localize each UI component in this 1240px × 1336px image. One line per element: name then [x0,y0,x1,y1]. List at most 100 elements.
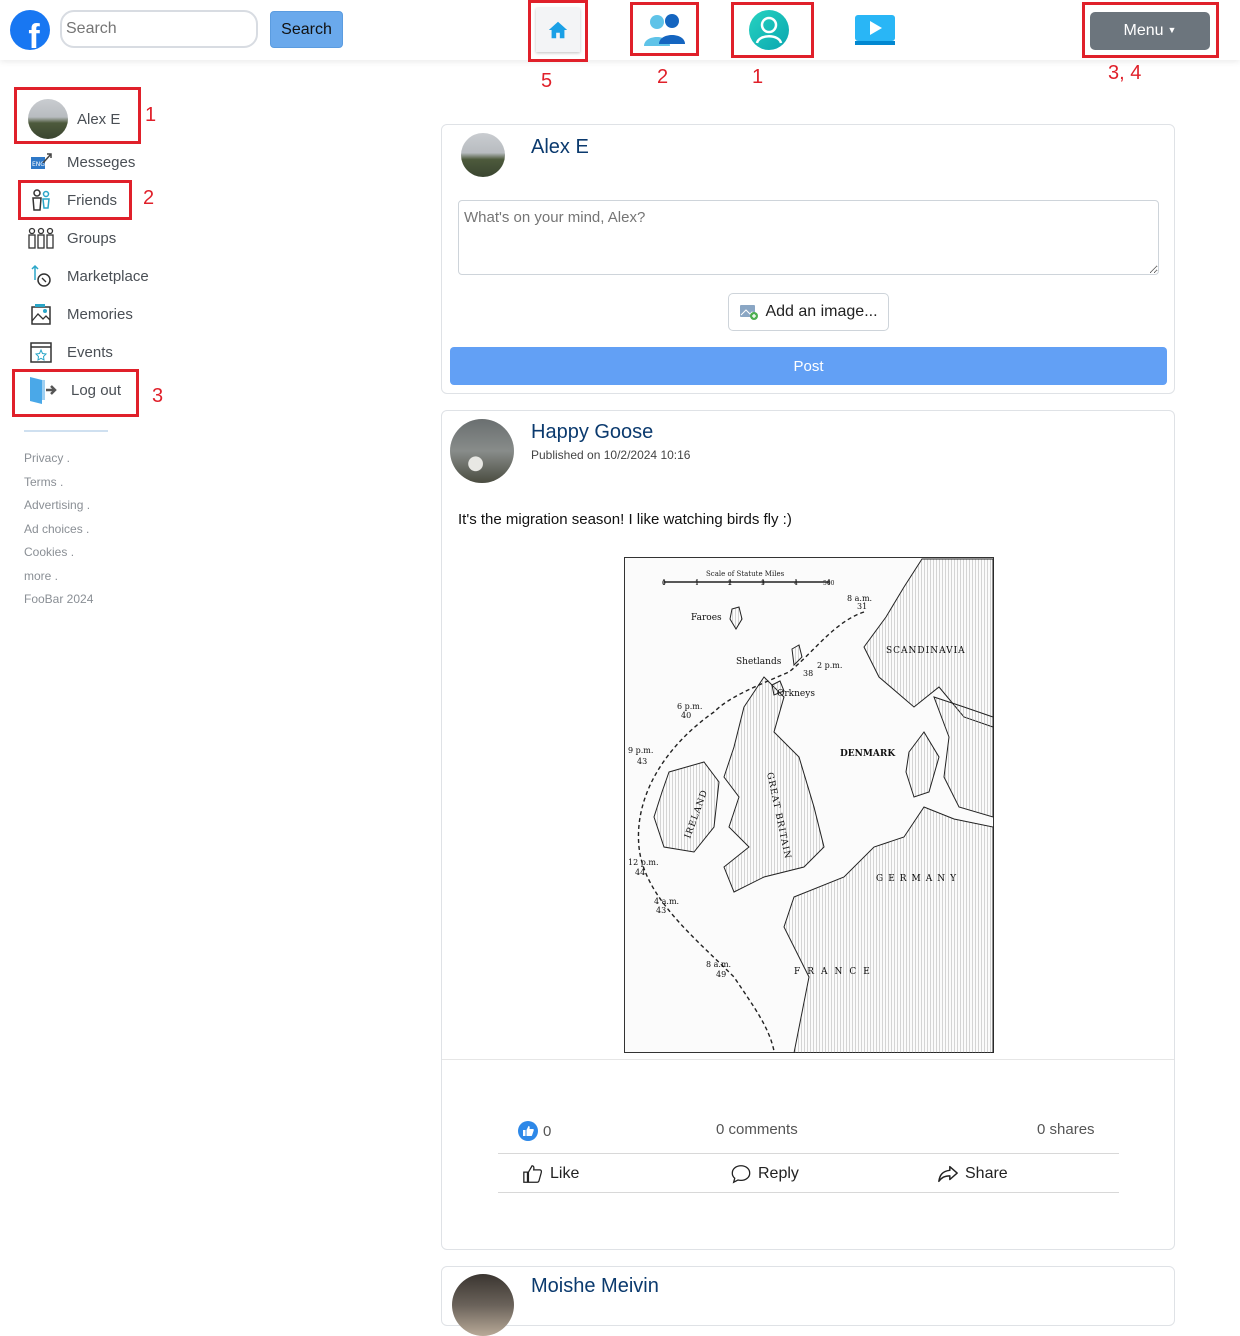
thumbs-up-icon [523,1165,543,1183]
sidebar-item-memories[interactable]: Memories [28,299,133,329]
post-text-input[interactable] [458,200,1159,275]
nav-watch-button[interactable] [853,12,897,48]
footer-link-privacy[interactable]: Privacy . [24,451,70,465]
shares-count[interactable]: 0 shares [1037,1121,1095,1138]
post-text: It's the migration season! I like watchi… [458,511,792,528]
annotation-box-menu [1082,2,1219,58]
annotation-label-side-logout: 3 [152,385,164,407]
footer-link-ad-choices[interactable]: Ad choices . [24,522,89,536]
search-button[interactable]: Search [270,11,343,48]
post-image-migration-map[interactable]: Scale of Statute Miles 0 1 2 3 4 500 Far… [624,557,994,1053]
map-label: DENMARK [840,749,896,759]
map-label: Orkneys [777,689,815,699]
sidebar-item-label: Groups [67,229,117,247]
post-image-divider [442,1059,1174,1060]
like-label: Like [550,1165,580,1182]
sidebar-divider [24,430,108,432]
map-time-label: 2 p.m. [817,661,842,670]
annotation-box-home [528,0,588,62]
like-button[interactable]: Like [522,1163,579,1185]
composer-author-name[interactable]: Alex E [531,136,589,159]
sidebar-item-messages[interactable]: ENG Messeges [28,147,135,177]
next-post-author-name[interactable]: Moishe Meivin [531,1275,659,1298]
post-author-avatar[interactable] [450,419,514,483]
map-time-label: 43 [637,757,647,766]
annotation-label-menu: 3, 4 [1108,62,1142,84]
footer-link-more[interactable]: more . [24,569,58,583]
map-time-label: 6 p.m. [677,702,702,711]
memories-icon [28,301,54,327]
footer-link-terms[interactable]: Terms . [24,475,63,489]
map-label: GERMANY [876,874,961,884]
sidebar-item-label: Marketplace [67,267,149,285]
annotation-box-profile-nav [731,2,814,58]
reply-label: Reply [758,1165,799,1182]
map-time-label: 43 [656,906,666,915]
comment-bubble-icon [731,1165,751,1184]
annotation-label-side-friends: 2 [143,187,155,209]
map-scale-tick: 4 [794,580,798,587]
annotation-box-side-friends [18,180,132,220]
map-label: Faroes [691,613,722,623]
map-scale-tick: 500 [823,580,835,587]
sidebar-item-label: Memories [67,305,133,323]
footer-copyright: FooBar 2024 [24,592,94,606]
share-arrow-icon [938,1165,958,1183]
sidebar-item-marketplace[interactable]: Marketplace [28,261,149,291]
annotation-box-side-logout [12,369,139,417]
map-label: Shetlands [736,657,782,667]
map-scale-title: Scale of Statute Miles [706,570,785,578]
map-time-label: 12 p.m. [628,858,659,867]
post-button[interactable]: Post [450,347,1167,385]
map-scale-tick: 1 [695,580,699,587]
comments-count[interactable]: 0 comments [716,1121,798,1138]
map-time-label: 49 [716,970,726,979]
reply-button[interactable]: Reply [730,1163,799,1185]
map-time-label: 38 [803,669,813,678]
thumbs-up-badge-icon [518,1121,538,1141]
map-scale-tick: 3 [761,580,765,587]
actions-divider-bottom [498,1192,1119,1193]
map-label: SCANDINAVIA [886,646,966,656]
sidebar-item-events[interactable]: Events [28,337,113,367]
add-image-label: Add an image... [765,303,878,320]
annotation-box-side-profile [14,87,141,144]
map-time-label: 4 a.m. [654,897,679,906]
map-time-label: 44 [635,868,645,877]
watch-icon [855,15,895,45]
share-label: Share [965,1165,1008,1182]
add-image-button[interactable]: Add an image... [728,293,889,331]
annotation-label-friends-nav: 2 [657,66,669,88]
footer-link-cookies[interactable]: Cookies . [24,545,74,559]
annotation-box-friends-nav [630,2,699,56]
next-post-author-avatar[interactable] [452,1274,514,1336]
marketplace-icon [28,263,54,289]
share-button[interactable]: Share [937,1163,1008,1185]
map-time-label: 40 [681,711,691,720]
sidebar-item-label: Events [67,343,113,361]
events-icon [28,339,54,365]
map-scale-tick: 2 [728,580,732,587]
groups-icon [28,225,54,251]
like-count[interactable]: 0 [518,1121,551,1141]
messages-icon: ENG [28,149,54,175]
annotation-label-home: 5 [541,70,553,92]
post-author-name[interactable]: Happy Goose [531,421,653,444]
search-input[interactable] [60,10,258,48]
facebook-logo-icon[interactable]: f [10,10,50,50]
footer-link-advertising[interactable]: Advertising . [24,498,90,512]
like-count-value: 0 [543,1122,552,1140]
map-scale-tick: 0 [662,580,666,587]
sidebar-item-label: Messeges [67,153,136,171]
sidebar-item-groups[interactable]: Groups [28,223,116,253]
map-label: FRANCE [794,967,877,977]
image-add-icon [740,305,759,320]
map-time-label: 9 p.m. [628,746,653,755]
actions-divider-top [498,1153,1119,1154]
composer-avatar [461,133,505,177]
map-time-label: 31 [857,602,867,611]
annotation-label-side-profile: 1 [145,104,157,126]
post-timestamp: Published on 10/2/2024 10:16 [531,448,691,462]
map-time-label: 8 a.m. [706,960,731,969]
annotation-label-profile-nav: 1 [752,66,764,88]
